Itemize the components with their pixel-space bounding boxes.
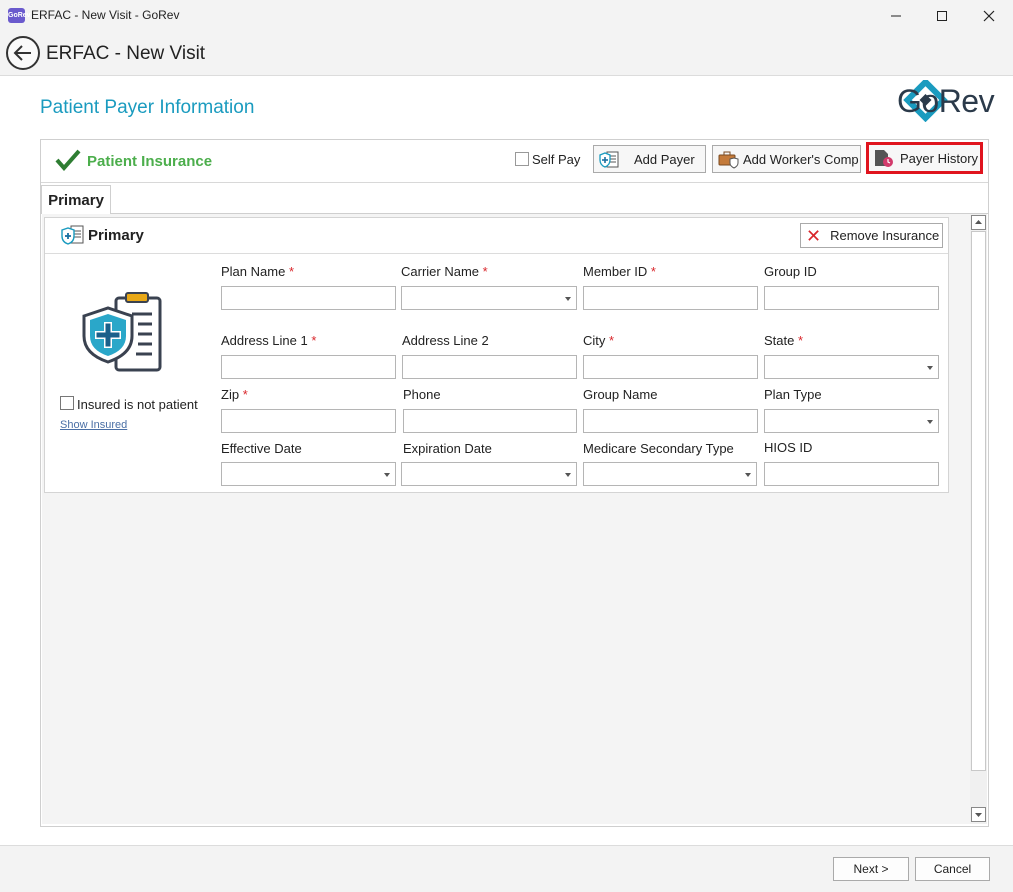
- group-name-label: Group Name: [583, 387, 658, 402]
- tab-primary[interactable]: Primary: [41, 185, 111, 214]
- city-field[interactable]: [583, 355, 758, 379]
- plan-type-label: Plan Type: [764, 387, 822, 402]
- remove-insurance-button[interactable]: ✕ Remove Insurance: [800, 223, 943, 248]
- member-id-field[interactable]: [583, 286, 758, 310]
- checkmark-icon: [55, 149, 81, 171]
- minimize-button[interactable]: [873, 0, 919, 31]
- insurance-clipboard-icon: [82, 292, 162, 372]
- payer-history-button[interactable]: Payer History: [866, 142, 983, 174]
- state-dropdown[interactable]: [764, 355, 939, 379]
- chevron-up-icon: [975, 220, 982, 224]
- divider: [41, 182, 988, 183]
- cancel-button[interactable]: Cancel: [915, 857, 990, 881]
- add-insurance-icon: [599, 151, 619, 168]
- divider: [45, 253, 948, 254]
- effective-date-label: Effective Date: [221, 441, 302, 456]
- add-payer-label: Add Payer: [634, 151, 695, 167]
- maximize-button[interactable]: [919, 0, 965, 31]
- medicare-secondary-type-label: Medicare Secondary Type: [583, 441, 734, 456]
- hios-id-field[interactable]: [764, 462, 939, 486]
- medicare-secondary-type-dropdown[interactable]: [583, 462, 757, 486]
- close-icon: [983, 10, 995, 21]
- group-id-label: Group ID: [764, 264, 817, 279]
- add-workers-comp-button[interactable]: Add Worker's Comp: [712, 145, 861, 173]
- card-title: Primary: [88, 227, 144, 244]
- plan-name-label: Plan Name *: [221, 264, 294, 279]
- address-line-2-field[interactable]: [402, 355, 577, 379]
- minimize-icon: [891, 15, 901, 16]
- insured-not-patient-checkbox[interactable]: [60, 396, 74, 410]
- group-id-field[interactable]: [764, 286, 939, 310]
- plan-name-field[interactable]: [221, 286, 396, 310]
- zip-field[interactable]: [221, 409, 396, 433]
- expiration-date-label: Expiration Date: [403, 441, 492, 456]
- show-insured-link[interactable]: Show Insured: [60, 419, 127, 431]
- add-payer-button[interactable]: Add Payer: [593, 145, 706, 173]
- insured-not-patient-label[interactable]: Insured is not patient: [77, 397, 198, 412]
- close-button[interactable]: [966, 0, 1012, 31]
- phone-label: Phone: [403, 387, 441, 402]
- scroll-down-button[interactable]: [971, 807, 986, 822]
- payer-history-icon: [875, 150, 893, 167]
- address-line-1-field[interactable]: [221, 355, 396, 379]
- back-button[interactable]: [6, 36, 40, 70]
- chevron-down-icon: [975, 813, 982, 817]
- remove-icon: ✕: [806, 225, 822, 246]
- state-label: State *: [764, 333, 804, 348]
- effective-date-picker[interactable]: [221, 462, 396, 486]
- panel-title: Patient Insurance: [87, 153, 213, 170]
- carrier-name-dropdown[interactable]: [401, 286, 577, 310]
- address-line-1-label: Address Line 1 *: [221, 333, 317, 348]
- zip-label: Zip *: [221, 387, 248, 402]
- plan-type-dropdown[interactable]: [764, 409, 939, 433]
- scroll-up-button[interactable]: [971, 215, 986, 230]
- city-label: City *: [583, 333, 615, 348]
- app-icon: GoRev: [8, 8, 31, 23]
- address-line-2-label: Address Line 2: [402, 333, 489, 348]
- self-pay-label[interactable]: Self Pay: [532, 152, 580, 167]
- next-button[interactable]: Next >: [833, 857, 909, 881]
- remove-insurance-label: Remove Insurance: [830, 228, 940, 243]
- phone-field[interactable]: [403, 409, 577, 433]
- carrier-name-label: Carrier Name *: [401, 264, 488, 279]
- header-title: ERFAC - New Visit: [46, 43, 206, 64]
- maximize-icon: [937, 10, 947, 21]
- payer-history-label: Payer History: [900, 150, 979, 166]
- hios-id-label: HIOS ID: [764, 440, 813, 455]
- insurance-icon: [61, 225, 84, 245]
- member-id-label: Member ID *: [583, 264, 656, 279]
- window-title: ERFAC - New Visit - GoRev: [31, 8, 180, 22]
- group-name-field[interactable]: [583, 409, 758, 433]
- scroll-thumb[interactable]: [971, 231, 986, 771]
- self-pay-checkbox[interactable]: [515, 152, 529, 166]
- logo-text: GoRev: [897, 83, 995, 119]
- briefcase-icon: [718, 151, 739, 169]
- expiration-date-picker[interactable]: [401, 462, 577, 486]
- page-title: Patient Payer Information: [40, 97, 255, 118]
- add-workers-comp-label: Add Worker's Comp: [743, 151, 859, 167]
- arrow-left-icon: [13, 45, 31, 61]
